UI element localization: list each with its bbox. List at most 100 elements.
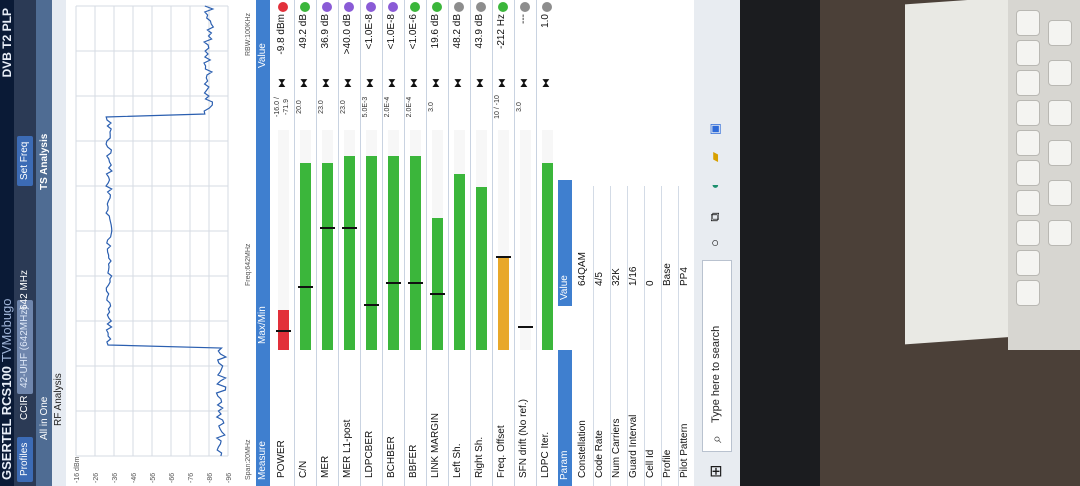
app-subtitle: TVMobugo: [0, 298, 14, 363]
tab-all-in-one[interactable]: All in One: [37, 391, 52, 446]
tab-rf-analysis[interactable]: RF Analysis: [52, 373, 66, 426]
measure-level-bar: [410, 156, 421, 350]
status-dot-icon: [300, 2, 310, 12]
keyboard-key: [1016, 220, 1040, 246]
measure-threshold-marker: [386, 282, 401, 284]
analyzer-screen: GSERTEL RCS100 TVMobugo DVB T2 PLP Profil…: [0, 0, 740, 486]
measure-limit: 5.0E-3: [362, 96, 369, 118]
bowtie-icon: ⧓: [519, 78, 530, 88]
bowtie-icon: ⧓: [365, 78, 376, 88]
measure-threshold-marker: [408, 282, 423, 284]
status-dot-icon: [432, 2, 442, 12]
measure-level-track: [364, 130, 379, 350]
measure-level-track: [342, 130, 357, 350]
measure-threshold-marker: [496, 255, 511, 258]
measure-limit: 20.0: [296, 100, 303, 114]
store-icon[interactable]: ▣: [704, 118, 726, 140]
measure-threshold-marker: [518, 326, 533, 328]
keyboard-key: [1048, 60, 1072, 86]
status-dot-icon: [366, 2, 376, 12]
standard-selector[interactable]: CCIR: [17, 390, 33, 426]
keyboard: [1008, 0, 1080, 350]
measure-limit: 3.0: [516, 102, 523, 112]
measure-level-track: [386, 130, 401, 350]
measure-level-bar: [542, 163, 553, 350]
measure-value: -212 Hz: [496, 14, 507, 50]
status-dot-icon: [278, 2, 288, 12]
status-dot-icon: [498, 2, 508, 12]
status-dot-icon: [410, 2, 420, 12]
measure-threshold-marker: [298, 286, 313, 289]
windows-taskbar: ⊞ ⌕ Type here to search ○ ⧉ ◐ ▰ ▣: [694, 0, 740, 486]
status-dot-icon: [322, 2, 332, 12]
edge-icon[interactable]: ◐: [704, 174, 726, 196]
tab-ts-analysis[interactable]: TS Analysis: [37, 128, 52, 196]
measure-level-bar: [300, 163, 311, 350]
y-tick-label: -56: [150, 473, 157, 483]
measure-level-bar: [366, 156, 377, 350]
measure-row: LDPC Iter. ⧓ 1.0: [536, 0, 559, 486]
keyboard-key: [1016, 280, 1040, 306]
maxmin-header: Max/Min: [256, 74, 270, 350]
keyboard-key: [1048, 100, 1072, 126]
measure-level-track: [408, 130, 423, 350]
keyboard-key: [1016, 70, 1040, 96]
folder-icon[interactable]: ▰: [704, 146, 726, 168]
bowtie-icon: ⧓: [475, 78, 486, 88]
keyboard-key: [1048, 20, 1072, 46]
subtab-bar: RF Analysis: [52, 0, 66, 486]
status-dot-icon: [344, 2, 354, 12]
dvb-t2-plp-logo: DVB T2 PLP: [0, 8, 14, 78]
spectrum-plot[interactable]: -16 dBm -26 -36 -46 -56 -66 -76 -86 -96 Span:20M…: [66, 0, 256, 486]
measure-value: 1.0: [540, 14, 551, 28]
measure-row: LINK MARGIN 3.0 ⧓ 19.6 dB: [426, 0, 449, 486]
measure-threshold-marker: [320, 227, 335, 229]
measure-level-bar: [476, 187, 487, 350]
app-titlebar: GSERTEL RCS100 TVMobugo DVB T2 PLP: [0, 0, 14, 486]
profiles-button[interactable]: Profiles: [17, 436, 33, 482]
measure-level-track: [518, 130, 533, 350]
measure-label: Right Sh.: [474, 436, 485, 478]
cortana-icon[interactable]: ○: [704, 232, 726, 254]
param-label: Guard Interval: [628, 414, 639, 478]
measure-threshold-marker: [364, 304, 379, 306]
measure-level-bar: [388, 156, 399, 350]
measure-level-bar: [498, 257, 509, 350]
measure-label: POWER: [276, 440, 287, 478]
measure-value: <1.0E-8: [364, 14, 375, 50]
windows-icon[interactable]: ⊞: [706, 465, 726, 478]
y-tick-label: -76: [188, 473, 195, 483]
param-header: Param: [558, 350, 572, 486]
measure-value: -9.8 dBm: [276, 14, 287, 55]
param-value: 0: [645, 280, 656, 286]
y-tick-label: -86: [207, 473, 214, 483]
measure-row: MER L1-post 23.0 ⧓ >40.0 dB: [338, 0, 361, 486]
measure-label: Freq. Offset: [496, 425, 507, 478]
measure-threshold-marker: [276, 330, 291, 333]
measure-row: SFN drift (No ref.) 3.0 ⧓ ---: [514, 0, 537, 486]
measure-label: Left Sh.: [452, 443, 463, 478]
measure-limit: 3.0: [428, 102, 435, 112]
app-title: GSERTEL RCS100 TVMobugo: [0, 298, 14, 480]
measure-level-bar: [432, 218, 443, 350]
measure-limit: -16.0 / -71.9: [274, 97, 290, 117]
measure-value: >40.0 dB: [342, 14, 353, 55]
measure-limit: 2.0E-4: [406, 96, 413, 118]
task-view-icon[interactable]: ⧉: [704, 206, 726, 228]
frequency-field[interactable]: 642 MHz: [17, 264, 33, 316]
param-label: Profile: [662, 449, 673, 478]
taskbar-search[interactable]: ⌕ Type here to search: [702, 260, 732, 452]
param-value: 1/16: [628, 266, 639, 286]
param-row: Pilot Pattern PP4: [676, 186, 696, 486]
search-placeholder: Type here to search: [710, 325, 722, 423]
measure-value: <1.0E-6: [408, 14, 419, 50]
param-value: PP4: [679, 267, 690, 286]
param-value: 64QAM: [577, 252, 588, 286]
set-freq-button[interactable]: Set Freq: [17, 135, 33, 186]
bowtie-icon: ⧓: [431, 78, 442, 88]
bowtie-icon: ⧓: [277, 78, 288, 88]
app-title-text: GSERTEL RCS100: [0, 366, 14, 480]
keyboard-key: [1016, 100, 1040, 126]
measure-limit: 2.0E-4: [384, 96, 391, 118]
measure-row: BBFER 2.0E-4 ⧓ <1.0E-6: [404, 0, 427, 486]
